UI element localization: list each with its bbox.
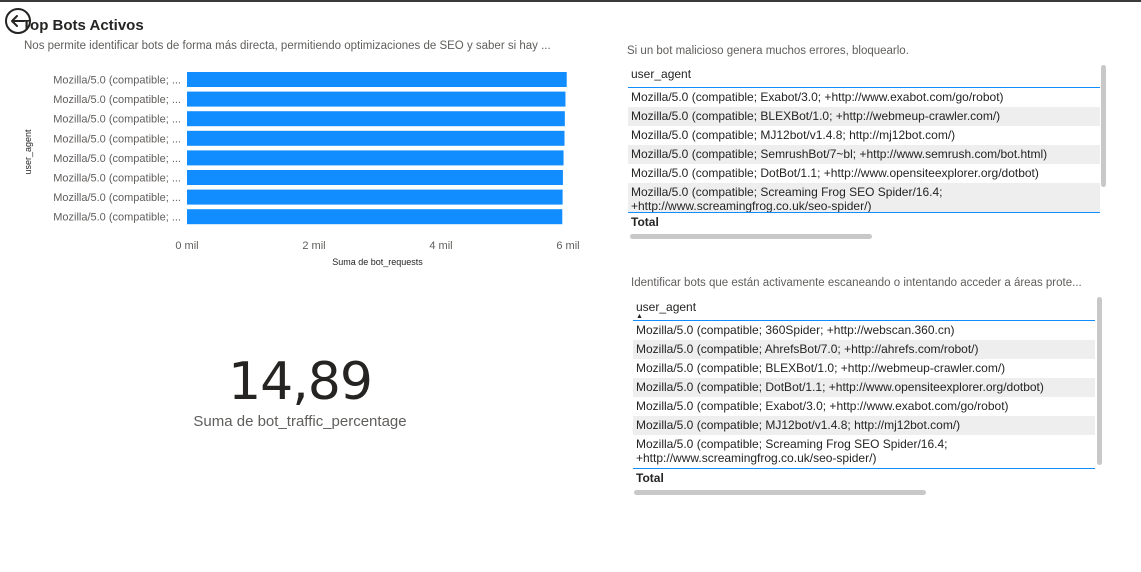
bar-category-label: Mozilla/5.0 (compatible; ...: [53, 153, 181, 165]
table2-row[interactable]: Mozilla/5.0 (compatible; Exabot/3.0; +ht…: [633, 397, 1095, 416]
page-title: Top Bots Activos: [22, 17, 144, 34]
x-axis-title: Suma de bot_requests: [332, 257, 423, 267]
sort-ascending-icon[interactable]: ▲: [636, 313, 643, 321]
bar-category-label: Mozilla/5.0 (compatible; ...: [53, 114, 181, 126]
bar-category-label: Mozilla/5.0 (compatible; ...: [53, 192, 181, 204]
bar[interactable]: [187, 170, 563, 185]
bar[interactable]: [187, 189, 563, 205]
x-tick-label: 6 mil: [556, 240, 579, 252]
table1-total-row: Total: [628, 212, 1100, 231]
table2-row[interactable]: Mozilla/5.0 (compatible; MJ12bot/v1.4.8;…: [633, 416, 1095, 435]
table2-row[interactable]: Mozilla/5.0 (compatible; DotBot/1.1; +ht…: [633, 378, 1095, 397]
x-tick-label: 0 mil: [175, 240, 198, 252]
x-tick-label: 2 mil: [302, 240, 325, 252]
bar-category-label: Mozilla/5.0 (compatible; ...: [53, 212, 181, 224]
scanning-bots-table[interactable]: user_agent ▲ Mozilla/5.0 (compatible; 36…: [633, 296, 1095, 487]
bot-requests-bar-chart[interactable]: Mozilla/5.0 (compatible; ... Mozilla/5.0 …: [20, 62, 590, 272]
bar[interactable]: [187, 209, 563, 225]
table2-horizontal-scrollbar[interactable]: [634, 490, 926, 495]
table2-row[interactable]: Mozilla/5.0 (compatible; BLEXBot/1.0; +h…: [633, 359, 1095, 378]
table2-row[interactable]: Mozilla/5.0 (compatible; AhrefsBot/7.0; …: [633, 340, 1095, 359]
table2-header-user-agent[interactable]: user_agent ▲: [633, 296, 1095, 321]
x-tick-label: 4 mil: [429, 240, 452, 252]
table1-row[interactable]: Mozilla/5.0 (compatible; Screaming Frog …: [628, 183, 1100, 212]
table1-header-user-agent[interactable]: user_agent: [628, 63, 1100, 88]
table1-body: Mozilla/5.0 (compatible; Exabot/3.0; +ht…: [628, 88, 1100, 212]
bar[interactable]: [187, 150, 564, 166]
table1-row[interactable]: Mozilla/5.0 (compatible; SemrushBot/7~bl…: [628, 145, 1100, 164]
bar-category-label: Mozilla/5.0 (compatible; ...: [53, 173, 181, 185]
malicious-bots-table[interactable]: user_agent Mozilla/5.0 (compatible; Exab…: [628, 63, 1100, 231]
top-border: [0, 0, 1141, 2]
table1-row[interactable]: Mozilla/5.0 (compatible; Exabot/3.0; +ht…: [628, 88, 1100, 107]
table1-note: Si un bot malicioso genera muchos errore…: [627, 45, 909, 57]
bar[interactable]: [187, 72, 567, 87]
kpi-value: 14,89: [228, 352, 373, 412]
table2-header-label: user_agent: [636, 300, 697, 314]
chart-subtitle: Nos permite identificar bots de forma má…: [24, 40, 551, 52]
table1-row[interactable]: Mozilla/5.0 (compatible; MJ12bot/v1.4.8;…: [628, 126, 1100, 145]
y-axis-title: user_agent: [23, 129, 33, 175]
bar-category-label: Mozilla/5.0 (compatible; ...: [53, 94, 181, 106]
table1-vertical-scrollbar[interactable]: [1101, 65, 1106, 187]
table2-row[interactable]: Mozilla/5.0 (compatible; Screaming Frog …: [633, 435, 1095, 466]
table2-total-row: Total: [633, 468, 1095, 487]
bar-category-label: Mozilla/5.0 (compatible; ...: [53, 75, 181, 87]
kpi-label: Suma de bot_traffic_percentage: [193, 413, 407, 430]
table1-horizontal-scrollbar[interactable]: [630, 234, 872, 239]
table1-row[interactable]: Mozilla/5.0 (compatible; DotBot/1.1; +ht…: [628, 164, 1100, 183]
table2-row[interactable]: Mozilla/5.0 (compatible; 360Spider; +htt…: [633, 321, 1095, 340]
bar-category-label: Mozilla/5.0 (compatible; ...: [53, 133, 181, 145]
bar[interactable]: [187, 130, 565, 146]
table1-row[interactable]: Mozilla/5.0 (compatible; BLEXBot/1.0; +h…: [628, 107, 1100, 126]
table2-note: Identificar bots que están activamente e…: [631, 277, 1082, 289]
table2-body: Mozilla/5.0 (compatible; 360Spider; +htt…: [633, 321, 1095, 468]
bar[interactable]: [187, 111, 565, 127]
table2-vertical-scrollbar[interactable]: [1097, 297, 1102, 465]
bar[interactable]: [187, 91, 566, 107]
